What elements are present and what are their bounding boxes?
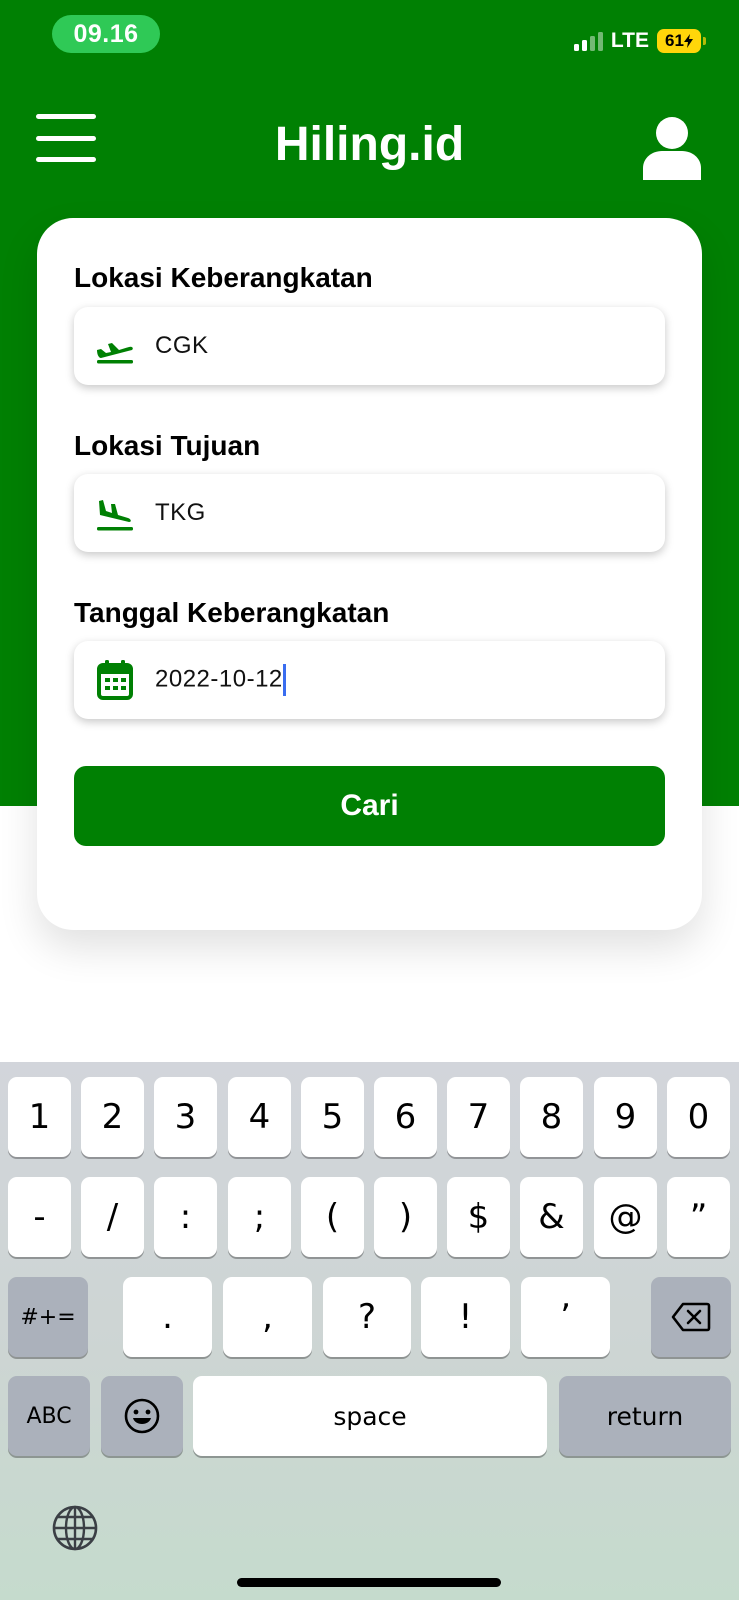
battery-indicator: 61 — [657, 29, 706, 53]
space-key[interactable]: space — [193, 1376, 547, 1456]
key-6[interactable]: 6 — [374, 1077, 437, 1157]
delete-key[interactable] — [651, 1277, 731, 1357]
status-time: 09.16 — [52, 15, 160, 53]
plane-takeoff-icon — [95, 493, 135, 533]
key-close-paren[interactable]: ) — [374, 1177, 437, 1257]
key-open-paren[interactable]: ( — [301, 1177, 364, 1257]
departure-input[interactable]: CGK — [74, 307, 665, 385]
search-button[interactable]: Cari — [74, 766, 665, 846]
key-3[interactable]: 3 — [154, 1077, 217, 1157]
emoji-icon — [124, 1398, 160, 1434]
key-8[interactable]: 8 — [520, 1077, 583, 1157]
status-indicators: LTE 61 — [573, 26, 706, 56]
emoji-key[interactable] — [101, 1376, 183, 1456]
key-quote[interactable]: ” — [667, 1177, 730, 1257]
key-period[interactable]: . — [123, 1277, 212, 1357]
key-9[interactable]: 9 — [594, 1077, 657, 1157]
key-1[interactable]: 1 — [8, 1077, 71, 1157]
delete-icon — [671, 1302, 711, 1332]
key-hyphen[interactable]: - — [8, 1177, 71, 1257]
charging-bolt-icon — [683, 34, 693, 48]
key-abc[interactable]: ABC — [8, 1376, 90, 1456]
key-colon[interactable]: : — [154, 1177, 217, 1257]
user-icon[interactable] — [643, 116, 701, 180]
key-0[interactable]: 0 — [667, 1077, 730, 1157]
key-2[interactable]: 2 — [81, 1077, 144, 1157]
key-exclamation[interactable]: ! — [421, 1277, 510, 1357]
plane-takeoff-icon — [95, 326, 135, 366]
key-apostrophe[interactable]: ’ — [521, 1277, 610, 1357]
app-title: Hiling.id — [274, 118, 465, 171]
home-indicator[interactable] — [237, 1578, 501, 1587]
battery-level: 61 — [665, 31, 684, 50]
key-4[interactable]: 4 — [228, 1077, 291, 1157]
destination-value: TKG — [155, 499, 206, 526]
network-type: LTE — [610, 29, 649, 52]
key-comma[interactable]: , — [223, 1277, 312, 1357]
date-input[interactable]: 2022-10-12 — [74, 641, 665, 719]
calendar-icon — [95, 660, 135, 700]
key-slash[interactable]: / — [81, 1177, 144, 1257]
date-value: 2022-10-12 — [155, 664, 286, 696]
date-label: Tanggal Keberangkatan — [74, 597, 390, 628]
key-at[interactable]: @ — [594, 1177, 657, 1257]
key-5[interactable]: 5 — [301, 1077, 364, 1157]
key-dollar[interactable]: $ — [447, 1177, 510, 1257]
globe-icon[interactable] — [51, 1504, 99, 1552]
date-value-text: 2022-10-12 — [155, 665, 283, 693]
departure-value: CGK — [155, 332, 209, 359]
destination-label: Lokasi Tujuan — [74, 430, 261, 461]
return-key[interactable]: return — [559, 1376, 731, 1456]
departure-label: Lokasi Keberangkatan — [74, 262, 373, 293]
destination-input[interactable]: TKG — [74, 474, 665, 552]
signal-strength-icon — [573, 31, 603, 51]
key-symbols-mode[interactable]: #+= — [8, 1277, 88, 1357]
key-semicolon[interactable]: ; — [228, 1177, 291, 1257]
text-caret — [282, 664, 286, 696]
key-ampersand[interactable]: & — [520, 1177, 583, 1257]
key-question[interactable]: ? — [323, 1277, 411, 1357]
key-7[interactable]: 7 — [447, 1077, 510, 1157]
